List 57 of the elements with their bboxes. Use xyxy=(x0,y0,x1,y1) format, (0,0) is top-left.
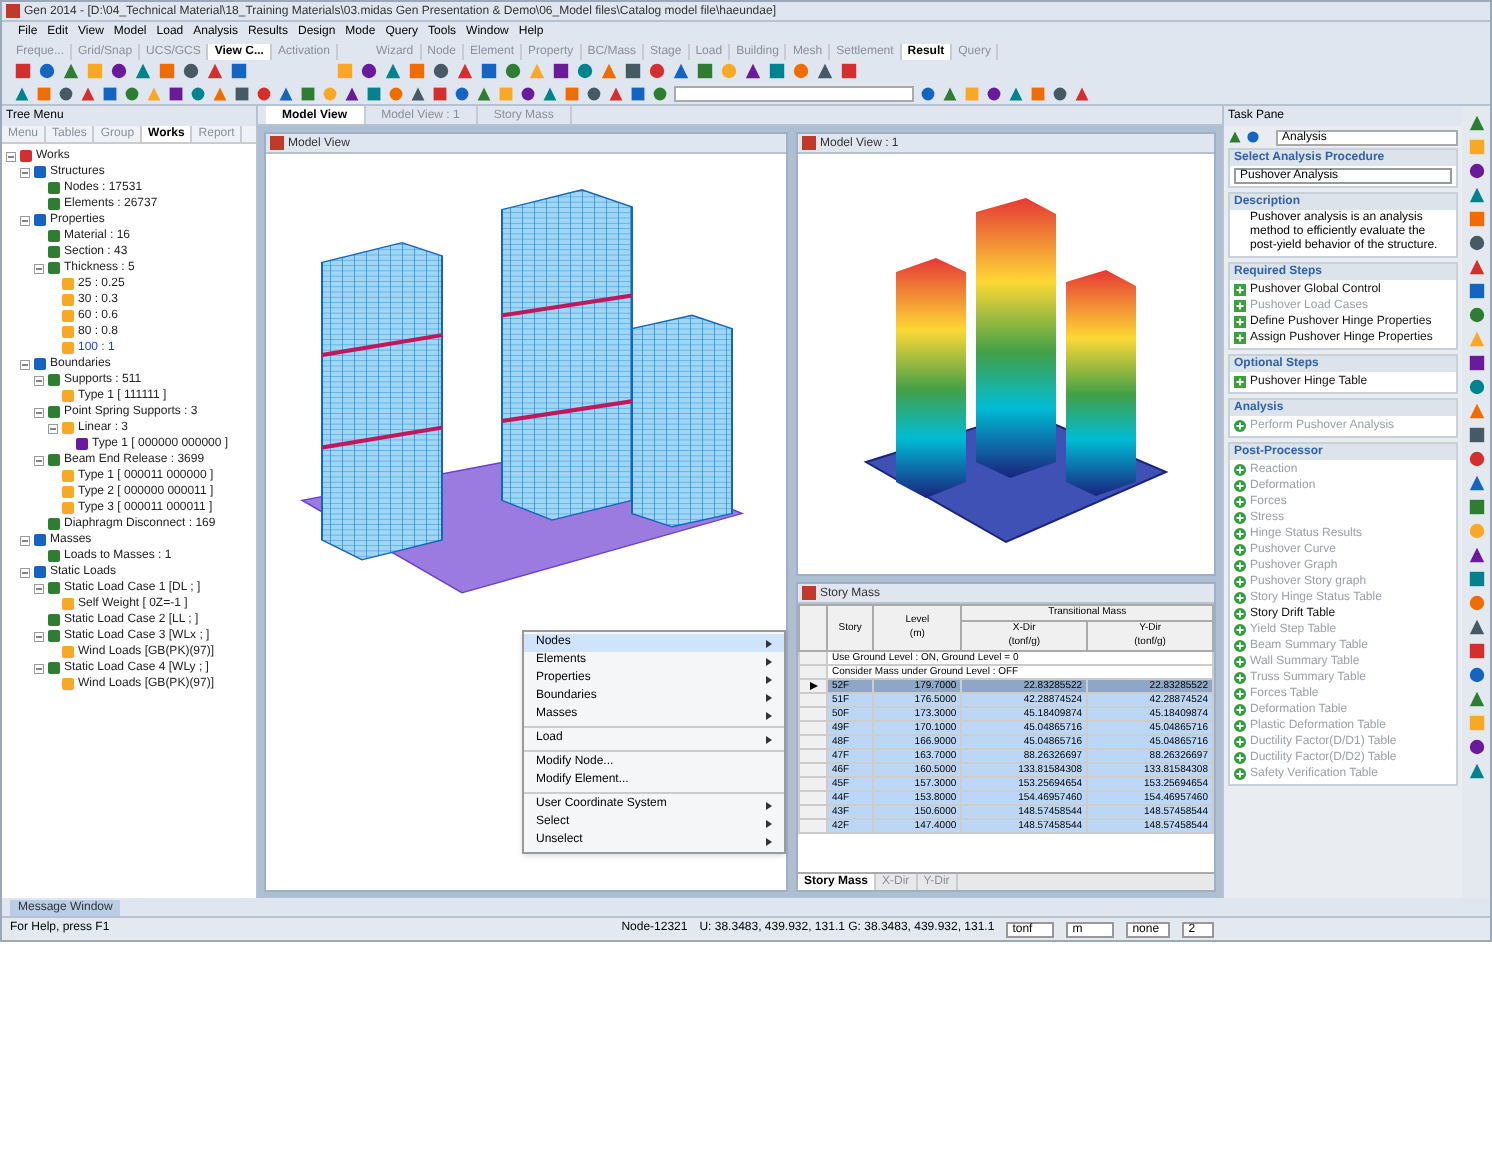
tree-node-icon xyxy=(48,582,60,594)
collapse-icon[interactable] xyxy=(34,407,44,417)
tree-node-icon xyxy=(48,182,60,194)
plus-icon xyxy=(1234,284,1246,296)
tree-node-icon xyxy=(48,454,60,466)
tree-node-icon xyxy=(34,566,46,578)
tree-node-icon xyxy=(48,550,60,562)
collapse-icon[interactable] xyxy=(20,535,30,545)
tree-node-icon xyxy=(48,630,60,642)
tree-node-icon xyxy=(34,358,46,370)
tree-node-icon xyxy=(48,406,60,418)
tree-node-icon xyxy=(34,534,46,546)
collapse-icon[interactable] xyxy=(34,631,44,641)
window-icon xyxy=(270,136,284,150)
window-icon xyxy=(802,586,816,600)
tree-node-icon xyxy=(62,470,74,482)
tree-node-icon xyxy=(76,438,88,450)
tree-node-icon xyxy=(62,502,74,514)
tree-node-icon xyxy=(48,262,60,274)
tree-node-icon xyxy=(20,150,32,162)
collapse-icon[interactable] xyxy=(20,215,30,225)
tree-node-icon xyxy=(62,678,74,690)
tree-node-icon xyxy=(48,374,60,386)
tree-node-icon xyxy=(48,614,60,626)
collapse-icon[interactable] xyxy=(34,583,44,593)
tree-node-icon xyxy=(62,646,74,658)
plus-icon xyxy=(1234,376,1246,388)
collapse-icon[interactable] xyxy=(48,423,58,433)
tree-node-icon xyxy=(48,198,60,210)
collapse-icon[interactable] xyxy=(34,263,44,273)
collapse-icon[interactable] xyxy=(34,375,44,385)
tree-node-icon xyxy=(62,294,74,306)
tree-node-icon xyxy=(62,598,74,610)
tree-node-icon xyxy=(62,422,74,434)
tree-node-icon xyxy=(62,310,74,322)
collapse-icon[interactable] xyxy=(20,167,30,177)
collapse-icon[interactable] xyxy=(20,359,30,369)
tree-node-icon xyxy=(62,342,74,354)
tree-node-icon xyxy=(34,166,46,178)
tree-node-icon xyxy=(62,278,74,290)
tree-node-icon xyxy=(48,230,60,242)
tree-node-icon xyxy=(48,518,60,530)
plus-icon xyxy=(1234,300,1246,312)
window-icon xyxy=(6,4,20,18)
plus-icon xyxy=(1234,332,1246,344)
collapse-icon[interactable] xyxy=(6,151,16,161)
tree-node-icon xyxy=(48,662,60,674)
collapse-icon[interactable] xyxy=(34,663,44,673)
tree-node-icon xyxy=(62,326,74,338)
collapse-icon[interactable] xyxy=(34,455,44,465)
tree-node-icon xyxy=(62,486,74,498)
tree-node-icon xyxy=(48,246,60,258)
tree-node-icon xyxy=(62,390,74,402)
tree-node-icon xyxy=(34,214,46,226)
plus-icon xyxy=(1234,316,1246,328)
window-icon xyxy=(802,136,816,150)
collapse-icon[interactable] xyxy=(20,567,30,577)
